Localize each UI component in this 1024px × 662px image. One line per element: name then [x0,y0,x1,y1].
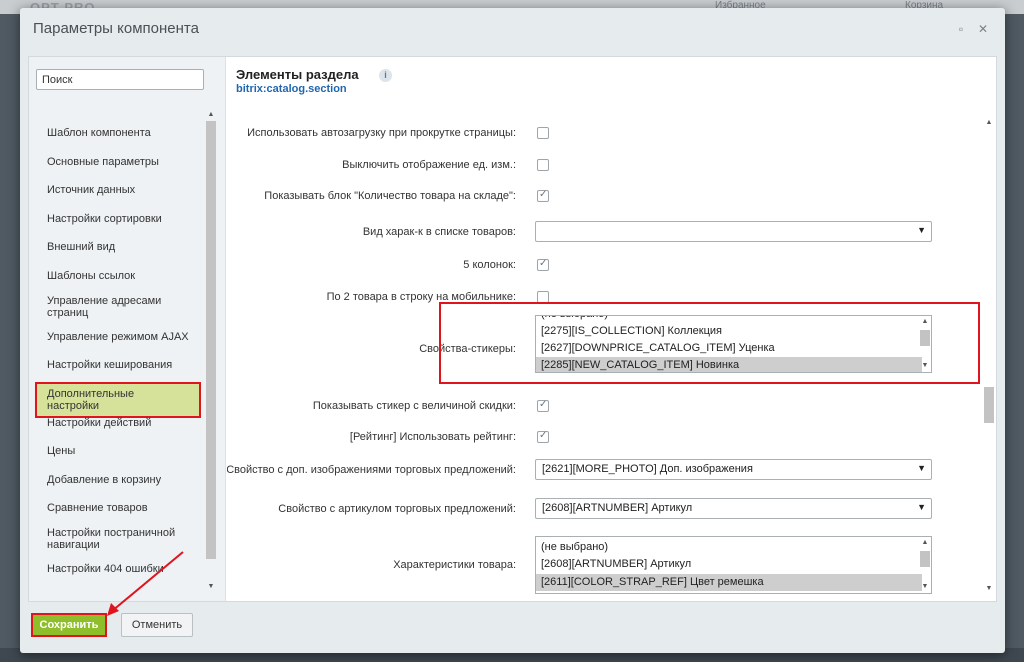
save-button[interactable]: Сохранить [31,613,107,637]
sidebar-item-additional[interactable]: Дополнительные настройки [35,382,201,418]
component-settings-dialog: Параметры компонента ▫ ✕ Шаблон компонен… [20,8,1005,653]
sidebar-item-404[interactable]: Настройки 404 ошибки [37,559,199,579]
list-option[interactable]: (не выбрано) [536,539,922,556]
param-label: 5 колонок: [463,259,516,271]
hide-units-checkbox[interactable] [537,159,549,171]
select-value: [2621][MORE_PHOTO] Доп. изображения [542,463,753,475]
rating-checkbox[interactable] [537,430,549,443]
autoload-checkbox[interactable] [537,127,549,139]
list-option-selected[interactable]: [2611][COLOR_STRAP_REF] Цвет ремешка [536,574,922,591]
discount-sticker-checkbox[interactable] [537,399,549,412]
sidebar-item-template[interactable]: Шаблон компонента [37,123,199,143]
sidebar-item-basic[interactable]: Основные параметры [37,152,199,172]
sidebar-item-caching[interactable]: Настройки кеширования [37,355,199,375]
sidebar-item-add-to-cart[interactable]: Добавление в корзину [37,470,199,490]
sidebar-item-actions[interactable]: Настройки действий [37,413,199,433]
dialog-body: Шаблон компонента Основные параметры Ист… [28,56,997,602]
param-label: Показывать стикер с величиной скидки: [312,400,516,412]
component-code: bitrix:catalog.section [236,83,347,95]
param-label: Показывать блок "Количество товара на ск… [264,190,516,202]
chevron-down-icon: ▼ [917,463,926,473]
settings-main: Элементы раздела i bitrix:catalog.sectio… [227,57,996,601]
characteristics-listbox[interactable]: (не выбрано) [2608][ARTNUMBER] Артикул [… [535,536,932,594]
sidebar-search-input[interactable] [36,69,204,90]
sidebar-item-ajax[interactable]: Управление режимом AJAX [37,327,199,347]
param-label: Вид харак-к в списке товаров: [362,226,516,238]
info-icon[interactable]: i [379,69,392,82]
scroll-up-icon[interactable]: ▲ [205,109,217,121]
stock-block-checkbox[interactable] [537,189,549,202]
listbox-scrollbar[interactable]: ▲ ▼ [919,537,931,593]
sidebar-item-link-templates[interactable]: Шаблоны ссылок [37,266,199,286]
param-label: Использовать автозагрузку при прокрутке … [247,127,516,139]
main-scroll-thumb[interactable] [984,387,994,423]
dialog-title: Параметры компонента [33,20,199,37]
sidebar-item-prices[interactable]: Цены [37,441,199,461]
sidebar-item-appearance[interactable]: Внешний вид [37,237,199,257]
select-value: [2608][ARTNUMBER] Артикул [542,502,693,514]
main-scrollbar[interactable]: ▲ ▼ [983,117,995,595]
settings-sidebar: Шаблон компонента Основные параметры Ист… [29,57,226,601]
sidebar-scrollbar[interactable]: ▲ ▼ [205,109,217,593]
scroll-down-icon[interactable]: ▼ [983,583,995,595]
offer-photo-select[interactable]: [2621][MORE_PHOTO] Доп. изображения ▼ [535,459,932,480]
dialog-footer: Сохранить Отменить [20,604,1005,653]
five-cols-checkbox[interactable] [537,258,549,271]
listbox-scroll-thumb[interactable] [920,551,930,567]
list-option[interactable]: [2608][ARTNUMBER] Артикул [536,556,922,573]
sidebar-item-data-source[interactable]: Источник данных [37,180,199,200]
sidebar-scroll-thumb[interactable] [206,121,216,559]
component-title: Элементы раздела [236,67,359,82]
sidebar-item-sorting[interactable]: Настройки сортировки [37,209,199,229]
param-label: Свойство с доп. изображениями торговых п… [227,464,516,476]
chevron-down-icon: ▼ [917,225,926,235]
param-label: Свойство с артикулом торговых предложени… [278,503,516,515]
scroll-down-icon[interactable]: ▼ [919,581,931,593]
props-view-select[interactable]: ▼ [535,221,932,242]
scroll-down-icon[interactable]: ▼ [205,581,217,593]
dialog-titlebar[interactable]: Параметры компонента ▫ ✕ [20,8,1005,50]
sidebar-item-pagination[interactable]: Настройки постраничной навигации [37,523,199,555]
scroll-up-icon[interactable]: ▲ [919,537,931,549]
chevron-down-icon: ▼ [917,502,926,512]
sidebar-item-compare[interactable]: Сравнение товаров [37,498,199,518]
param-label: Выключить отображение ед. изм.: [342,159,516,171]
stickers-highlight [439,302,980,384]
close-icon[interactable]: ✕ [976,22,990,36]
maximize-icon[interactable]: ▫ [954,22,968,36]
param-label: [Рейтинг] Использовать рейтинг: [349,431,516,443]
cancel-button[interactable]: Отменить [121,613,193,637]
scroll-up-icon[interactable]: ▲ [983,117,995,129]
sidebar-item-url-management[interactable]: Управление адресами страниц [37,291,199,323]
param-label: Характеристики товара: [393,559,516,571]
offer-article-select[interactable]: [2608][ARTNUMBER] Артикул ▼ [535,498,932,519]
